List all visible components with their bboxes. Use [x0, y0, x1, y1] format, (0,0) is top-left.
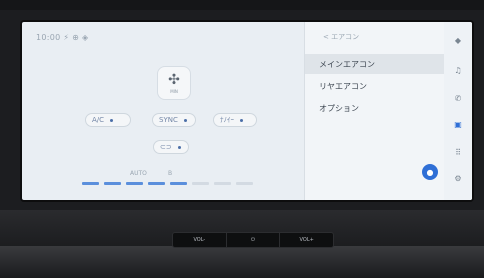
volume-up-button[interactable]: VOL+: [280, 233, 333, 247]
fan-speed-label: MIN: [170, 88, 178, 94]
fan-level-segment[interactable]: [126, 182, 143, 185]
fan-level-segment[interactable]: [104, 182, 121, 185]
recirculation-button[interactable]: ⊂⊃: [153, 140, 189, 154]
ac-label: A/C: [92, 116, 105, 124]
car-icon[interactable]: ▣: [444, 120, 472, 129]
auto-label: AUTO: [130, 170, 147, 177]
volume-down-button[interactable]: VOL-: [173, 233, 227, 247]
status-bar: 10:00 ⚡ ⊕ ◈: [36, 33, 89, 42]
fan-level-segment[interactable]: [82, 182, 99, 185]
music-icon[interactable]: ♫: [444, 66, 472, 75]
nav-rail: ◆ ♫ ✆ ▣ ⠿ ⚙: [444, 22, 472, 200]
phone-icon[interactable]: ✆: [444, 94, 472, 103]
fan-level-segment[interactable]: [148, 182, 165, 185]
ac-indicator: [110, 118, 114, 122]
back-button[interactable]: < エアコン: [323, 32, 359, 42]
infotainment-screen: 10:00 ⚡ ⊕ ◈ ✣ MIN A/C SYNC ﾅﾉｲｰ ⊂⊃ AUTO …: [22, 22, 472, 200]
nanoe-label: ﾅﾉｲｰ: [220, 116, 234, 124]
menu-item-main-ac[interactable]: メインエアコン: [305, 54, 445, 74]
menu-item-options[interactable]: オプション: [305, 98, 445, 118]
fan-level-segment[interactable]: [236, 182, 253, 185]
fan-level-segment[interactable]: [214, 182, 231, 185]
fan-icon: ✣: [168, 71, 180, 88]
top-bezel: [0, 0, 484, 10]
power-button[interactable]: ⏻: [227, 233, 281, 247]
dashboard-strip: [0, 246, 484, 278]
sync-indicator: [183, 118, 187, 122]
nanoe-button[interactable]: ﾅﾉｲｰ: [213, 113, 257, 127]
fan-level-segment[interactable]: [170, 182, 187, 185]
settings-icon[interactable]: ⚙: [444, 174, 472, 183]
hardware-button-row: VOL- ⏻ VOL+: [172, 232, 334, 248]
home-icon[interactable]: ◆: [444, 36, 472, 45]
apps-icon[interactable]: ⠿: [444, 148, 472, 157]
fan-level-label: B: [168, 170, 173, 177]
sync-button[interactable]: SYNC: [152, 113, 196, 127]
sync-label: SYNC: [159, 116, 178, 124]
fan-speed-button[interactable]: ✣ MIN: [157, 66, 191, 100]
fan-level-segment[interactable]: [192, 182, 209, 185]
recirculation-icon: ⊂⊃: [160, 143, 172, 151]
mic-icon[interactable]: ●: [422, 164, 438, 180]
menu-item-rear-ac[interactable]: リヤエアコン: [305, 76, 445, 96]
ac-button[interactable]: A/C: [85, 113, 131, 127]
recirculation-indicator: [177, 145, 181, 149]
nanoe-indicator: [240, 118, 243, 122]
